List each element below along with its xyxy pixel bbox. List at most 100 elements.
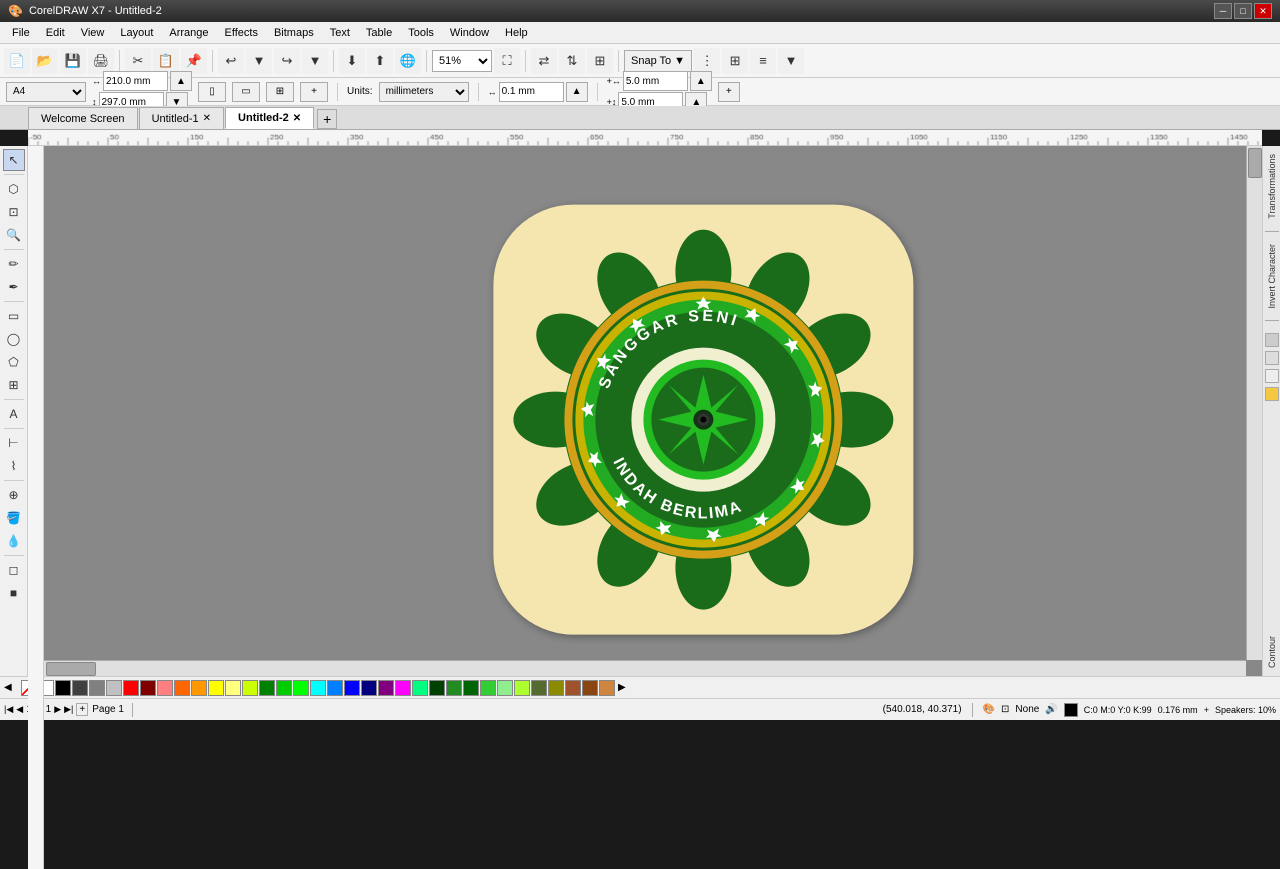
undo-button[interactable]: ↩ [218, 48, 244, 74]
export-button[interactable]: ⬆ [367, 48, 393, 74]
swatch-forest-green[interactable] [446, 680, 462, 696]
status-coords[interactable]: (540.018, 40.371) [883, 704, 962, 715]
open-button[interactable]: 📂 [32, 48, 58, 74]
page-next-button[interactable]: ▶ [54, 704, 61, 715]
swatch-yellow-green[interactable] [242, 680, 258, 696]
tool-eyedropper[interactable]: 💧 [3, 530, 25, 552]
swatch-cyan[interactable] [310, 680, 326, 696]
swatch-maroon[interactable] [140, 680, 156, 696]
landscape-button[interactable]: ▭ [232, 82, 260, 102]
swatch-olive[interactable] [531, 680, 547, 696]
swatch-red[interactable] [123, 680, 139, 696]
menu-help[interactable]: Help [497, 22, 536, 43]
save-button[interactable]: 💾 [60, 48, 86, 74]
swatch-light-blue[interactable] [327, 680, 343, 696]
canvas-area[interactable]: SANGGAR SENI INDAH BERLIMA [44, 146, 1262, 676]
swatch-magenta[interactable] [395, 680, 411, 696]
cut-button[interactable]: ✂ [125, 48, 151, 74]
page-name-button[interactable]: Page 1 [92, 704, 124, 715]
swatch-orange-dark[interactable] [174, 680, 190, 696]
swatch-forest[interactable] [429, 680, 445, 696]
align-arrow-button[interactable]: ▼ [778, 48, 804, 74]
menu-effects[interactable]: Effects [217, 22, 266, 43]
page-last-button[interactable]: ▶| [64, 704, 73, 715]
tab-untitled1-close[interactable]: ✕ [203, 113, 211, 124]
swatch-gray[interactable] [89, 680, 105, 696]
tool-node[interactable]: ⬡ [3, 178, 25, 200]
tool-smart-draw[interactable]: ✒ [3, 276, 25, 298]
print-button[interactable]: 🖨 [88, 48, 114, 74]
swatch-silver[interactable] [106, 680, 122, 696]
add-page-button[interactable]: + [718, 82, 740, 102]
undo-arrow-button[interactable]: ▼ [246, 48, 272, 74]
paper-size-select[interactable]: A4 A3 Letter [6, 82, 86, 102]
new-button[interactable]: 📄 [4, 48, 30, 74]
tool-zoom[interactable]: 🔍 [3, 224, 25, 246]
swatch-bright-green[interactable] [293, 680, 309, 696]
width-input[interactable] [103, 71, 168, 91]
palette-scroll-left[interactable]: ◀ [4, 682, 16, 693]
zoom-select[interactable]: 51% 100% 75% 50% 25% [432, 50, 492, 72]
zoom-full-button[interactable]: ⛶ [494, 48, 520, 74]
tool-table[interactable]: ⊞ [3, 374, 25, 396]
snap-options-button[interactable]: ⋮ [694, 48, 720, 74]
distribute-button[interactable]: ⊞ [587, 48, 613, 74]
swatch-purple[interactable] [378, 680, 394, 696]
menu-table[interactable]: Table [358, 22, 400, 43]
swatch-peru[interactable] [599, 680, 615, 696]
copy-button[interactable]: 📋 [153, 48, 179, 74]
scrollbar-v-thumb[interactable] [1248, 148, 1262, 178]
status-fill[interactable]: None [1015, 704, 1039, 715]
swatch-dark-yellow[interactable] [548, 680, 564, 696]
tool-fill[interactable]: 🪣 [3, 507, 25, 529]
page-add-button[interactable]: + [300, 82, 328, 102]
tool-blend[interactable]: ⊕ [3, 484, 25, 506]
right-color-swatch-4[interactable] [1265, 387, 1279, 401]
dup-x-up[interactable]: ▲ [690, 71, 712, 91]
tab-untitled1[interactable]: Untitled-1 ✕ [139, 107, 224, 129]
tab-add-button[interactable]: + [317, 109, 337, 129]
dup-x-input[interactable] [623, 71, 688, 91]
status-color-profile-icon[interactable]: 🎨 [983, 704, 995, 715]
scrollbar-h[interactable] [44, 660, 1246, 676]
menu-file[interactable]: File [4, 22, 38, 43]
swatch-blue[interactable] [344, 680, 360, 696]
tool-polygon[interactable]: ⬠ [3, 351, 25, 373]
swatch-brown[interactable] [582, 680, 598, 696]
scrollbar-v[interactable] [1246, 146, 1262, 660]
tool-connector[interactable]: ⌇ [3, 455, 25, 477]
scrollbar-h-thumb[interactable] [46, 662, 96, 676]
redo-arrow-button[interactable]: ▼ [302, 48, 328, 74]
tool-ellipse[interactable]: ◯ [3, 328, 25, 350]
menu-layout[interactable]: Layout [112, 22, 161, 43]
menu-bitmaps[interactable]: Bitmaps [266, 22, 322, 43]
swatch-dark-gray[interactable] [72, 680, 88, 696]
mirror-h-button[interactable]: ⇄ [531, 48, 557, 74]
swatch-pink[interactable] [157, 680, 173, 696]
tool-text[interactable]: A [3, 403, 25, 425]
tool-parallel-dim[interactable]: ⊢ [3, 432, 25, 454]
menu-view[interactable]: View [73, 22, 113, 43]
tab-untitled2[interactable]: Untitled-2 ✕ [225, 107, 314, 129]
snap-to-button[interactable]: Snap To ▼ [624, 50, 692, 72]
swatch-darkest-green[interactable] [463, 680, 479, 696]
minimize-button[interactable]: ─ [1214, 3, 1232, 19]
swatch-orange[interactable] [191, 680, 207, 696]
tab-welcome[interactable]: Welcome Screen [28, 107, 138, 129]
tool-outline[interactable]: ◻ [3, 559, 25, 581]
menu-text[interactable]: Text [322, 22, 358, 43]
status-snap-icon[interactable]: ⊡ [1001, 704, 1009, 715]
page-options-button[interactable]: ⊞ [266, 82, 294, 102]
status-fill-swatch[interactable] [1064, 703, 1078, 717]
swatch-green-yellow[interactable] [514, 680, 530, 696]
menu-edit[interactable]: Edit [38, 22, 73, 43]
paste-button[interactable]: 📌 [181, 48, 207, 74]
status-zoom-in[interactable]: + [1204, 705, 1209, 715]
right-color-swatch-2[interactable] [1265, 351, 1279, 365]
tool-color-fill[interactable]: ■ [3, 582, 25, 604]
right-color-swatch-3[interactable] [1265, 369, 1279, 383]
swatch-light-yellow[interactable] [225, 680, 241, 696]
portrait-button[interactable]: ▯ [198, 82, 226, 102]
page-first-button[interactable]: |◀ [4, 704, 13, 715]
import-button[interactable]: ⬇ [339, 48, 365, 74]
